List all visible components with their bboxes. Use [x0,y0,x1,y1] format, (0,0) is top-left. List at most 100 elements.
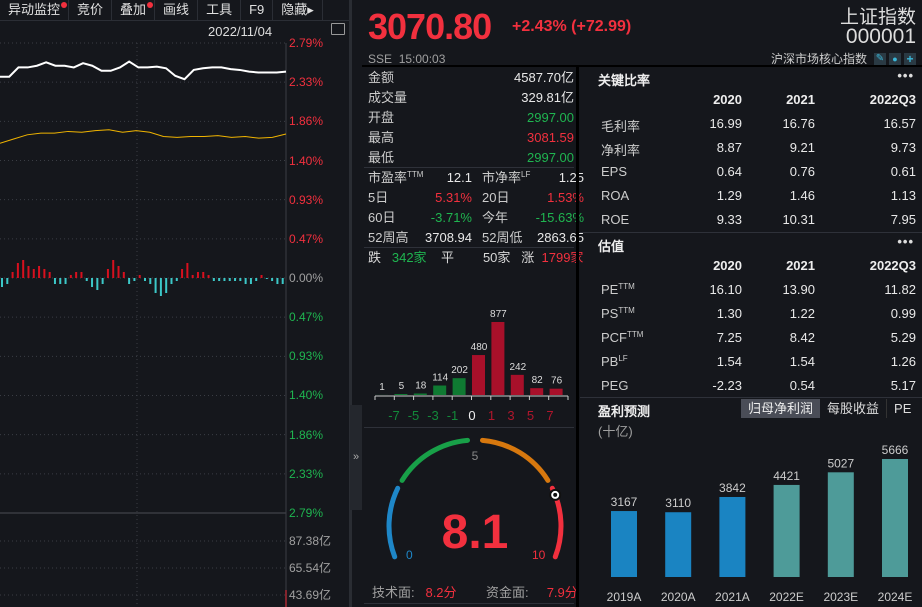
flow-bar [260,275,263,278]
table-cell: 0.61 [890,164,916,179]
distribution-label: 202 [451,365,468,376]
tech-score: 8.2分 [425,585,457,600]
flow-bar [22,260,25,278]
market-breadth: 跌 342家 平 50家 涨 1799家 [368,250,583,266]
table-cell: 0.99 [890,306,916,321]
flow-bar [27,266,30,278]
column-header: 2022Q3 [869,258,916,273]
distribution-axis-label: -7 [388,408,400,423]
forecast-bar [665,512,692,577]
distribution-axis-label: 3 [507,408,514,423]
collapse-panel-button[interactable]: » [350,405,362,510]
flow-bar [96,278,99,290]
bell-icon[interactable]: ● [889,52,901,65]
change-distribution-chart: 1 5 1811420248087724282 76-7 -5 -3 -1 0 1 3 5 7 [374,309,569,423]
table-cell: 1.46 [789,188,815,203]
tab-net-profit[interactable]: 归母净利润 [741,399,821,418]
row-label: PE [601,282,619,297]
axis-label-down: 0.93% [289,349,324,364]
tab-pe[interactable]: PE [887,399,918,418]
flow-bar [75,272,78,278]
row-label: 净利率 [601,143,641,158]
table-cell: 16.76 [782,116,815,131]
tab-eps[interactable]: 每股收益 [820,399,888,418]
table-cell: 1.29 [716,188,742,203]
flow-bar [218,278,221,281]
distribution-bar [452,378,466,395]
flow-bar [1,278,3,287]
flow-bar [170,278,173,284]
stat-suffix: LF [521,170,531,179]
flow-bar [234,278,237,281]
scrollbar[interactable] [349,0,352,607]
distribution-bar [549,388,563,395]
distribution-axis-label: 1 [488,408,495,423]
stat-label: 52周高 [368,230,409,245]
edit-icon[interactable]: ✎ [874,52,886,65]
flow-bar [112,260,115,278]
flow-bar [133,278,136,281]
distribution-label: 76 [551,376,563,387]
flow-bar [255,278,258,281]
column-header: 2022Q3 [869,92,916,107]
stat-label: 今年 [482,210,509,225]
flow-bar [128,278,131,284]
flat-label: 平 [441,250,455,265]
exchange: SSE [368,52,393,66]
more-icon[interactable]: ••• [897,234,914,249]
down-count: 342家 [391,250,427,265]
quote-time: 15:00:03 [398,52,446,66]
row-label: 毛利率 [601,119,641,134]
table-cell: 16.57 [883,116,916,131]
flow-bar [244,278,247,284]
volume-axis-label: 87.38亿 [289,534,332,548]
axis-label-zero: 0.00% [289,271,324,285]
flow-bar [212,278,215,281]
row-label: PCF [601,330,627,345]
forecast-bar [827,472,854,577]
forecast-category: 2024E [878,590,913,604]
stat-label: 60日 [368,210,396,225]
flow-bar [249,278,252,284]
axis-label-up: 1.86% [289,114,324,129]
stat-label: 市净率 [482,170,522,185]
table-cell: 13.90 [782,282,815,297]
score-gauge: 0 5 10 8.1 [386,437,564,562]
gauge-arc-mid-low [399,437,471,483]
flow-bar [80,272,83,278]
price-line [0,60,287,81]
flow-bar [154,278,157,293]
quote-label: 最高 [368,130,395,145]
forecast-title: 盈利预测 [598,404,651,419]
flow-bar [59,278,62,284]
flow-bar [181,269,184,278]
table-cell: 16.99 [709,116,742,131]
flow-bar [117,266,120,278]
tech-label: 技术面: [372,585,415,600]
table-cell: 8.42 [789,330,815,345]
flow-bar [196,272,199,278]
table-cell: 5.17 [890,378,916,393]
gauge-mid-label: 5 [472,449,479,463]
table-cell: 1.26 [890,354,916,369]
flow-bar [101,278,104,284]
add-icon[interactable]: + [904,52,916,65]
distribution-bar [394,394,408,395]
table-cell: 7.25 [716,330,742,345]
flow-bar [159,278,162,296]
axis-label-down: 2.33% [289,466,324,481]
flow-bar [202,272,205,278]
flow-bar [91,278,94,287]
axis-label-down: 1.40% [289,388,324,403]
flow-bar [69,275,72,278]
volume-axis-label: 65.54亿 [289,561,332,575]
distribution-bar [530,388,544,395]
more-icon[interactable]: ••• [897,68,914,83]
table-cell: 1.54 [716,354,742,369]
quote-value: 2997.00 [527,110,574,125]
table-cell: 11.82 [884,282,916,297]
distribution-label: 114 [432,373,448,384]
table-cell: 5.29 [890,330,916,345]
table-cell: 9.33 [716,212,742,227]
row-label-suffix: LF [618,354,628,363]
